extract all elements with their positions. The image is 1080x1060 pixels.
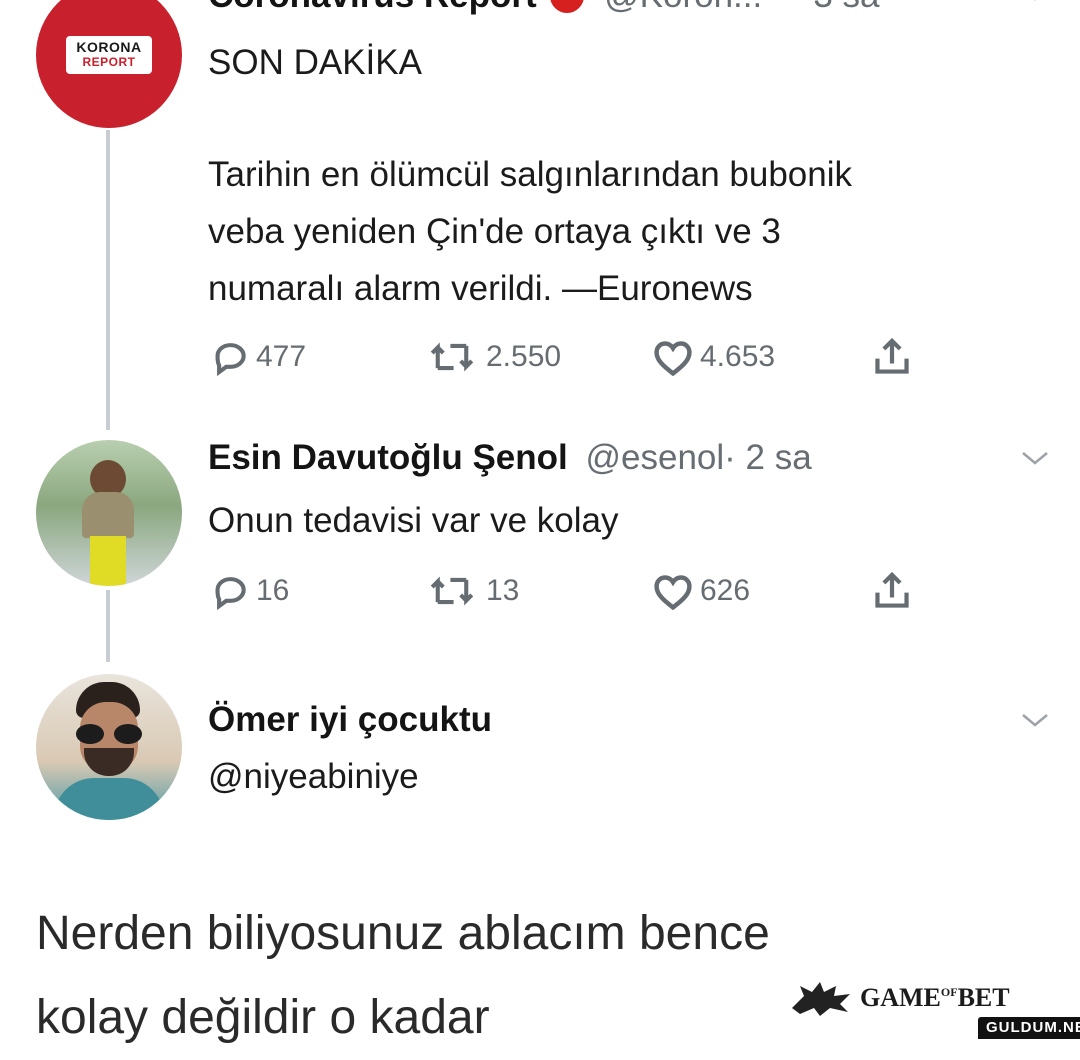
- like-button[interactable]: 626: [652, 572, 750, 610]
- caption-line: kolay değildir o kadar: [36, 991, 490, 1044]
- retweet-icon: [430, 342, 474, 372]
- retweet-icon: [430, 576, 474, 606]
- gameofbet-watermark: GAMEOFBET: [790, 978, 1010, 1018]
- watermark-game: GAME: [860, 983, 941, 1012]
- reply-icon: [215, 343, 246, 376]
- heart-icon: [654, 575, 692, 610]
- logo-line-1: KORONA: [76, 39, 142, 55]
- person-legs: [90, 536, 126, 586]
- body-line: numaralı alarm verildi. —Euronews: [208, 269, 753, 308]
- body-line: Tarihin en ölümcül salgınlarından buboni…: [208, 155, 853, 194]
- reply-button[interactable]: 477: [212, 338, 306, 376]
- chevron-down-icon[interactable]: [1020, 448, 1050, 473]
- retweet-button[interactable]: 13: [424, 572, 519, 610]
- tweet-body: Onun tedavisi var ve kolay: [208, 501, 619, 540]
- korona-report-logo: KORONA REPORT: [66, 36, 152, 74]
- logo-line-2: REPORT: [82, 55, 136, 69]
- like-button[interactable]: 4.653: [652, 338, 775, 376]
- avatar-esin[interactable]: [36, 440, 182, 586]
- red-circle-emoji: [550, 0, 585, 13]
- user-name[interactable]: Ömer iyi çocuktu: [208, 700, 492, 740]
- reply-caption: Nerden biliyosunuz ablacım bence kolay d…: [36, 892, 770, 1060]
- watermark-of: OF: [940, 985, 958, 999]
- thread-line-2: [106, 590, 110, 662]
- tweet-time[interactable]: · 3 sa: [792, 0, 880, 15]
- reply-icon: [215, 577, 246, 610]
- like-count: 626: [700, 574, 751, 607]
- user-handle[interactable]: @niyeabiniye: [208, 748, 419, 805]
- sunglasses-icon: [76, 724, 142, 744]
- thread-line-1: [106, 130, 110, 430]
- share-button[interactable]: [872, 570, 912, 612]
- user-handle[interactable]: @Koron...: [604, 0, 762, 15]
- site-watermark: GULDUM.NET: [978, 1017, 1080, 1039]
- avatar-omer[interactable]: [36, 674, 182, 820]
- tweet-header-2: Esin Davutoğlu Şenol @esenol· 2 sa: [208, 438, 812, 478]
- retweet-count: 2.550: [486, 340, 562, 373]
- tweet-time[interactable]: · 2 sa: [724, 438, 812, 477]
- person-shirt: [54, 778, 164, 820]
- chevron-down-icon[interactable]: [1020, 710, 1050, 735]
- watermark-bet: BET: [957, 983, 1010, 1012]
- tweet-heading: SON DAKİKA: [208, 43, 422, 82]
- retweet-button[interactable]: 2.550: [424, 338, 561, 376]
- avatar-korona-report[interactable]: KORONA REPORT: [36, 0, 182, 128]
- share-icon: [875, 337, 909, 374]
- heart-icon: [654, 341, 692, 376]
- wolf-icon: [792, 982, 850, 1016]
- retweet-count: 13: [486, 574, 520, 607]
- reply-button[interactable]: 16: [212, 572, 289, 610]
- body-line: veba yeniden Çin'de ortaya çıktı ve 3: [208, 212, 781, 251]
- user-handle[interactable]: @esenol: [586, 438, 725, 477]
- share-icon: [875, 571, 909, 608]
- person-body: [82, 492, 134, 538]
- chevron-down-icon[interactable]: [1020, 0, 1050, 9]
- reply-count: 477: [256, 340, 307, 373]
- caption-line: Nerden biliyosunuz ablacım bence: [36, 907, 770, 960]
- user-name[interactable]: Esin Davutoğlu Şenol: [208, 438, 568, 477]
- tweet-body: Tarihin en ölümcül salgınlarından buboni…: [208, 146, 1028, 317]
- person-beard: [84, 748, 134, 776]
- tweet-header-1: Coronavirus Report @Koron... · 3 sa: [208, 0, 880, 16]
- share-button[interactable]: [872, 336, 912, 378]
- like-count: 4.653: [700, 340, 776, 373]
- user-name[interactable]: Coronavirus Report: [208, 0, 537, 15]
- reply-count: 16: [256, 574, 290, 607]
